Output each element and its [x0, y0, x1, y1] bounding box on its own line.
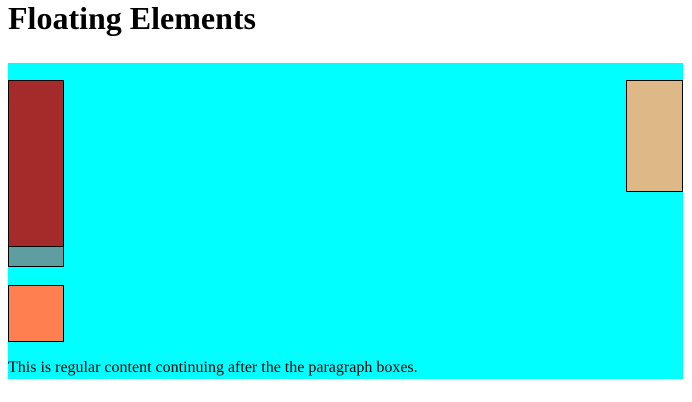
float-box-brown [8, 80, 64, 247]
float-container: This is regular content continuing after… [8, 63, 683, 379]
page-title: Floating Elements [8, 0, 256, 36]
float-box-teal [8, 246, 64, 267]
float-box-tan [626, 80, 683, 192]
float-box-coral [8, 285, 64, 342]
regular-content-text: This is regular content continuing after… [8, 359, 418, 376]
